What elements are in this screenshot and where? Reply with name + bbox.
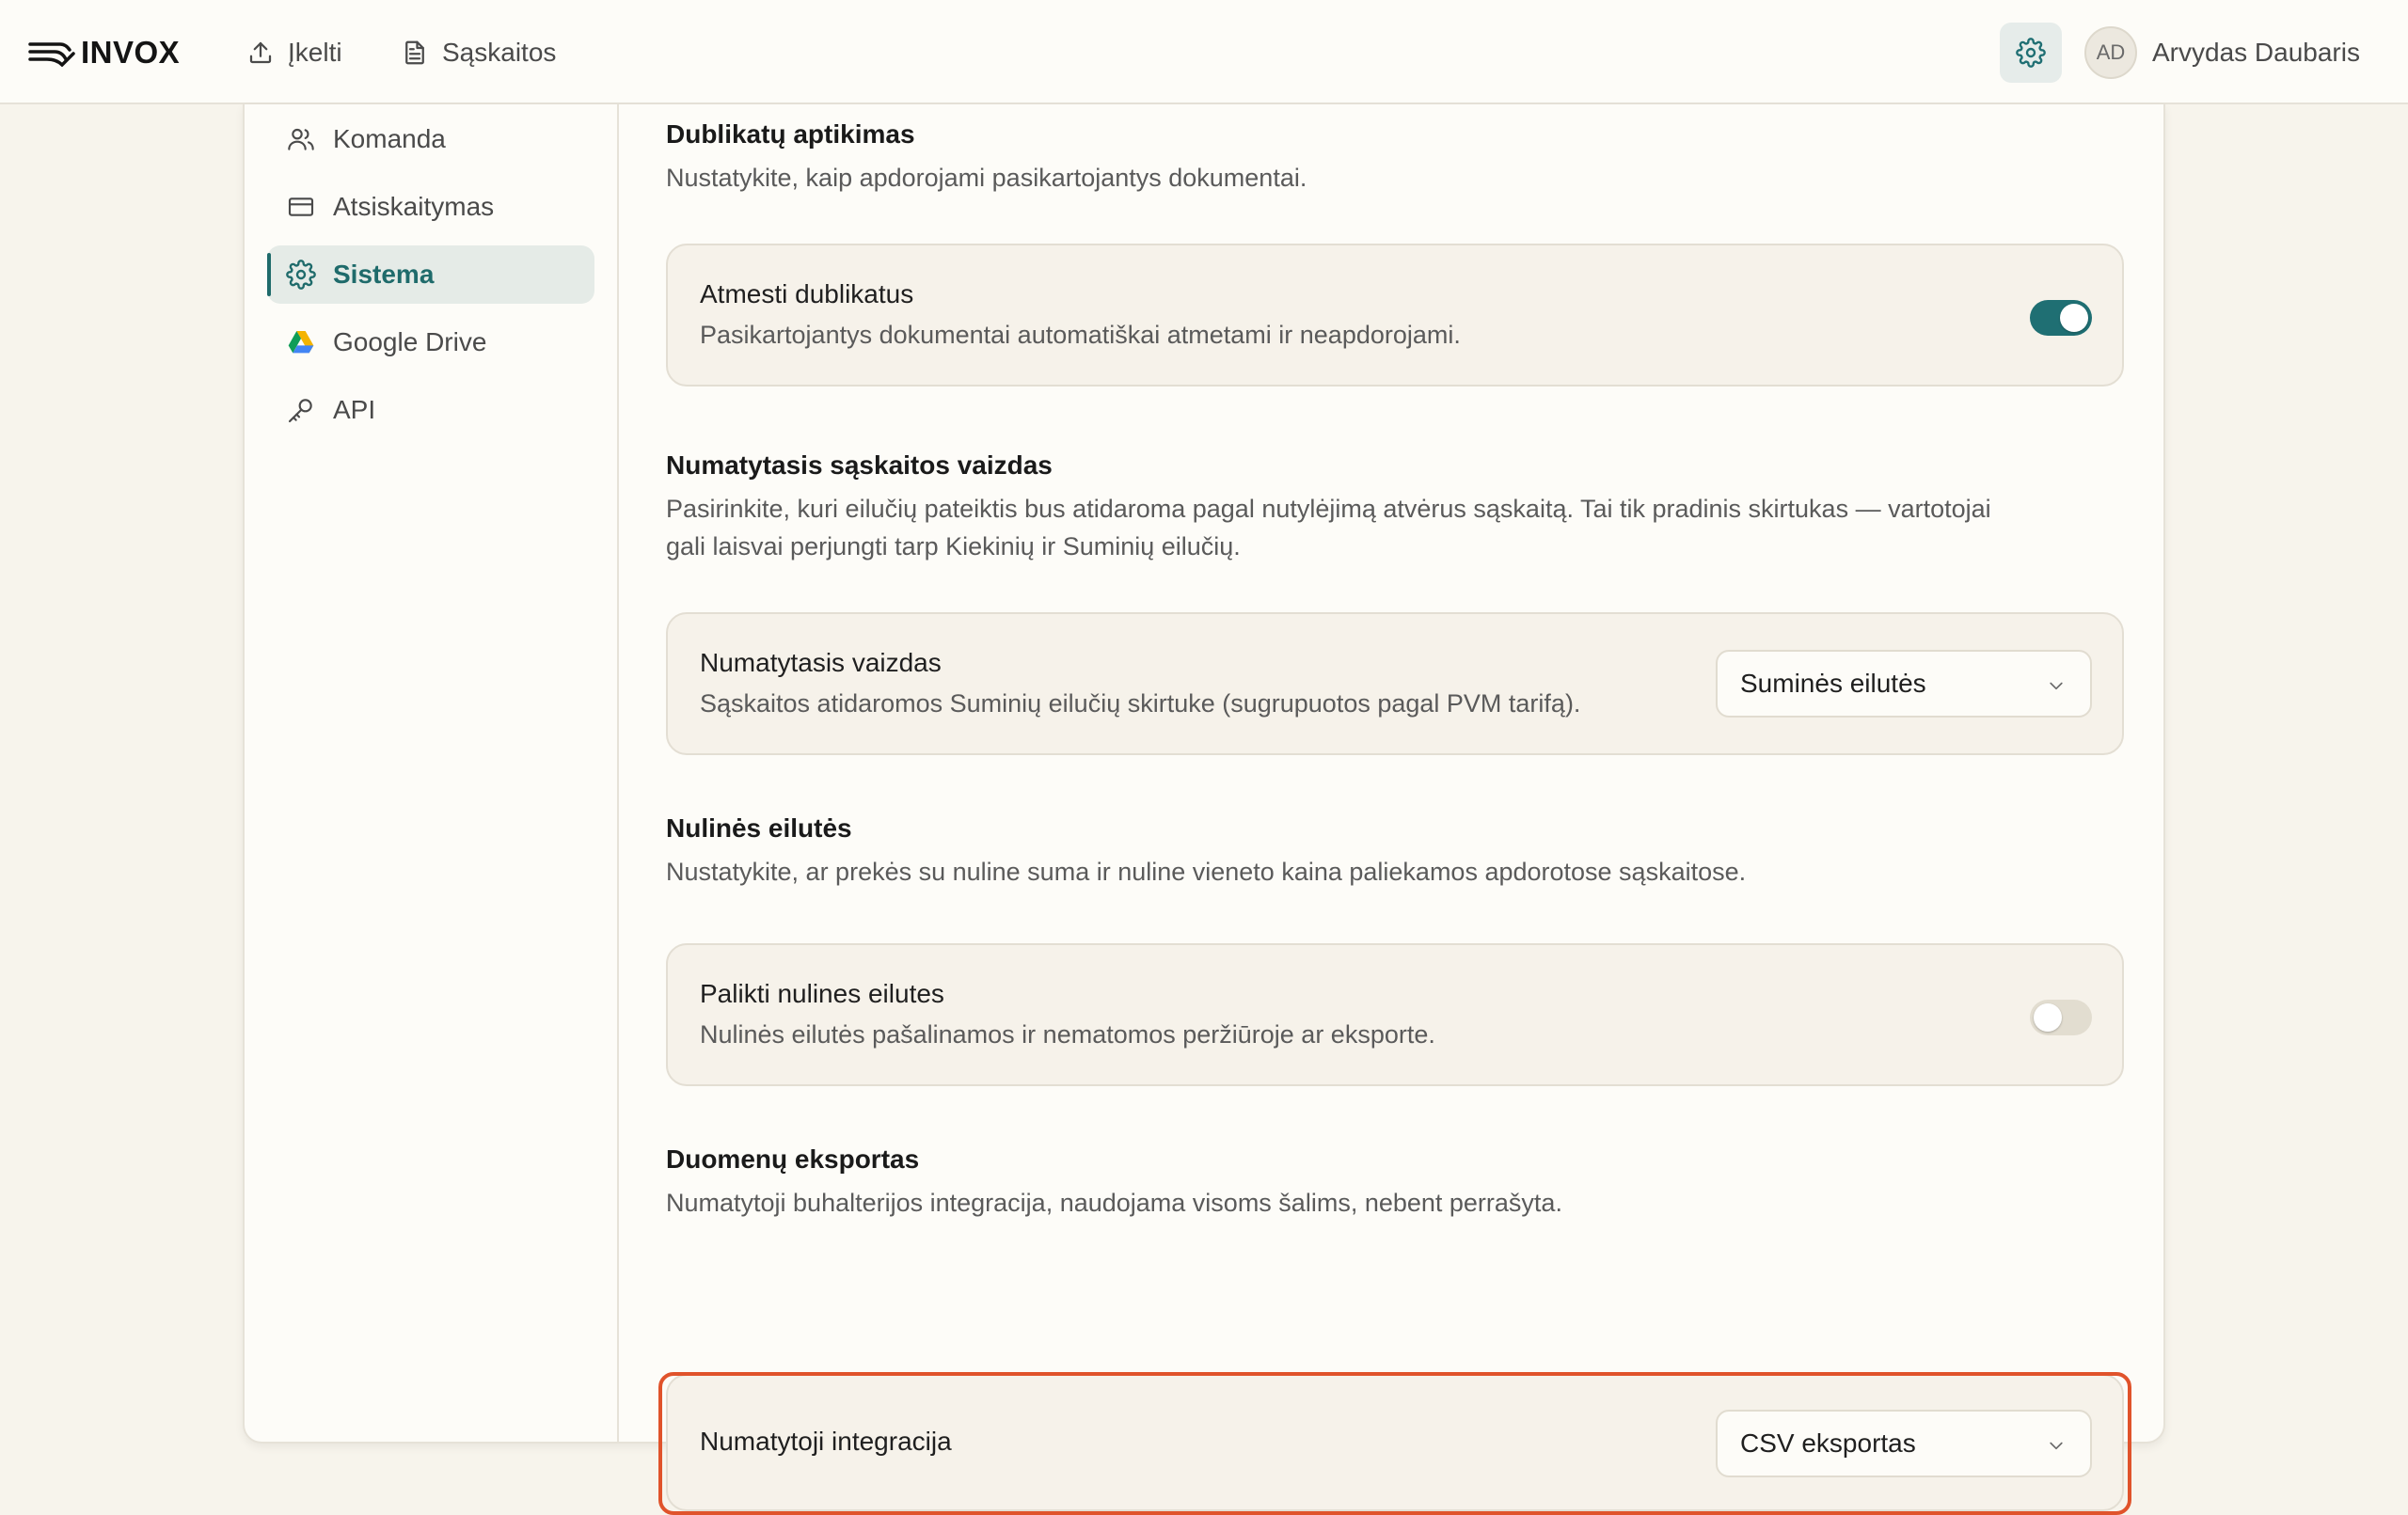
select-value: Suminės eilutės xyxy=(1740,669,1926,698)
avatar[interactable]: AD xyxy=(2084,26,2137,79)
toggle-knob xyxy=(2034,1003,2062,1032)
sidebar-item-label: API xyxy=(333,395,376,424)
sidebar-item-label: Sistema xyxy=(333,260,435,289)
gear-icon xyxy=(2016,38,2046,68)
sidebar-item-google-drive[interactable]: Google Drive xyxy=(267,313,594,371)
sidebar-item-system[interactable]: Sistema xyxy=(267,245,594,304)
default-integration-select[interactable]: CSV eksportas xyxy=(1716,1410,2092,1477)
user-name[interactable]: Arvydas Daubaris xyxy=(2152,34,2360,71)
google-drive-icon xyxy=(288,331,314,354)
reject-duplicates-toggle[interactable] xyxy=(2030,300,2092,336)
users-icon xyxy=(288,128,314,150)
setting-title: Numatytoji integracija xyxy=(700,1427,952,1456)
nav-invoices[interactable]: Sąskaitos xyxy=(401,32,556,73)
nav-invoices-label: Sąskaitos xyxy=(442,38,557,67)
logo-waves-icon xyxy=(28,42,75,67)
setting-card-reject-duplicates: Atmesti dublikatus Pasikartojantys dokum… xyxy=(666,244,2124,387)
setting-description: Nulinės eilutės pašalinamos ir nematomos… xyxy=(700,1020,1435,1049)
nav-upload[interactable]: Įkelti xyxy=(246,32,342,73)
chevron-down-icon xyxy=(2050,682,2063,690)
sidebar-item-label: Google Drive xyxy=(333,327,487,356)
settings-button[interactable] xyxy=(2000,23,2062,83)
default-view-select[interactable]: Suminės eilutės xyxy=(1716,650,2092,718)
credit-card-icon xyxy=(288,197,314,216)
setting-card-default-view: Numatytasis vaizdas Sąskaitos atidaromos… xyxy=(666,612,2124,755)
gear-icon xyxy=(286,260,316,290)
sidebar-item-api[interactable]: API xyxy=(267,381,594,439)
keep-zero-lines-toggle[interactable] xyxy=(2030,1000,2092,1035)
key-icon xyxy=(288,399,312,423)
section-title-duplicates: Dublikatų aptikimas xyxy=(666,119,915,149)
setting-title: Numatytasis vaizdas xyxy=(700,648,942,677)
section-desc-zero-lines: Nustatykite, ar prekės su nuline suma ir… xyxy=(666,858,1747,886)
settings-sidebar: Komanda Atsiskaitymas Sistema Google Dri… xyxy=(245,104,619,1442)
select-value: CSV eksportas xyxy=(1740,1428,1916,1458)
section-desc-default-view-line1: Pasirinkite, kuri eilučių pateiktis bus … xyxy=(666,495,1991,523)
setting-description: Sąskaitos atidaromos Suminių eilučių ski… xyxy=(700,689,1581,718)
logo[interactable]: INVOX xyxy=(28,32,180,73)
logo-text: INVOX xyxy=(81,35,181,70)
section-title-zero-lines: Nulinės eilutės xyxy=(666,813,852,843)
setting-card-default-integration: Numatytoji integracija CSV eksportas xyxy=(666,1374,2124,1511)
nav-upload-label: Įkelti xyxy=(288,38,342,67)
setting-card-keep-zero-lines: Palikti nulines eilutes Nulinės eilutės … xyxy=(666,943,2124,1086)
chevron-down-icon xyxy=(2050,1442,2063,1450)
toggle-knob xyxy=(2060,304,2088,332)
document-icon xyxy=(405,40,424,65)
section-desc-default-view-line2: gali laisvai perjungti tarp Kiekinių ir … xyxy=(666,532,1241,560)
section-title-default-view: Numatytasis sąskaitos vaizdas xyxy=(666,450,1053,480)
setting-title: Palikti nulines eilutes xyxy=(700,979,944,1008)
section-desc-duplicates: Nustatykite, kaip apdorojami pasikartoja… xyxy=(666,164,1307,192)
setting-title: Atmesti dublikatus xyxy=(700,279,914,308)
sidebar-item-label: Komanda xyxy=(333,124,446,153)
sidebar-item-billing[interactable]: Atsiskaitymas xyxy=(267,178,594,236)
setting-description: Pasikartojantys dokumentai automatiškai … xyxy=(700,321,1461,349)
section-desc-export: Numatytoji buhalterijos integracija, nau… xyxy=(666,1189,1562,1217)
section-title-export: Duomenų eksportas xyxy=(666,1144,920,1174)
settings-panel: Komanda Atsiskaitymas Sistema Google Dri… xyxy=(243,104,2165,1515)
sidebar-item-label: Atsiskaitymas xyxy=(333,192,495,221)
sidebar-item-team[interactable]: Komanda xyxy=(267,110,594,168)
upload-icon xyxy=(249,41,272,64)
top-bar: INVOX Įkelti Sąskaitos AD Arvydas Daubar… xyxy=(0,0,2408,104)
